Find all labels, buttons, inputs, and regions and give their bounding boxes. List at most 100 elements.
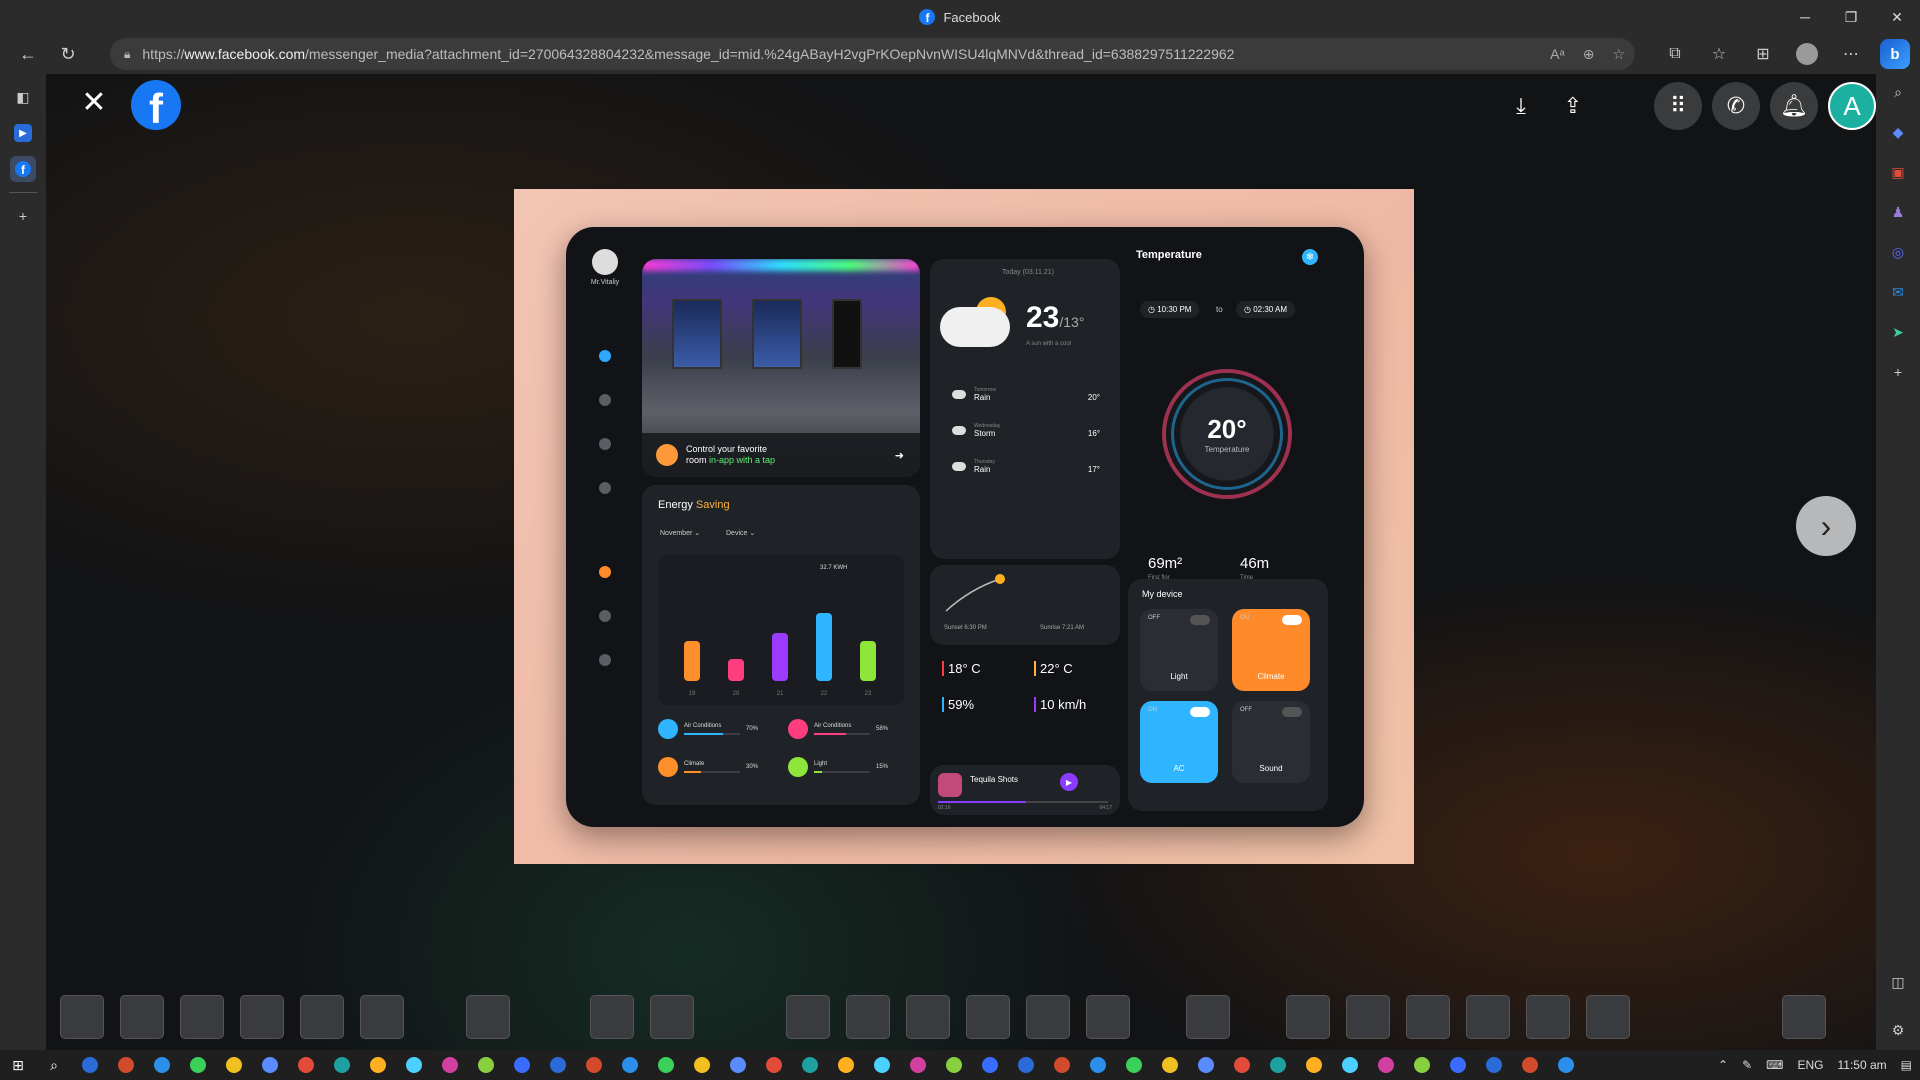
taskbar-app-icon[interactable] [1332,1050,1368,1080]
taskbar-app-icon[interactable] [972,1050,1008,1080]
notifications-icon[interactable]: 🔔︎ [1770,82,1818,130]
add-sidebar-app-icon[interactable]: + [1886,360,1910,384]
photo-thumbnail[interactable] [786,995,830,1039]
clock[interactable]: 11:50 am [1838,1058,1887,1072]
new-tab-button[interactable]: + [10,203,36,229]
taskbar-app-icon[interactable] [180,1050,216,1080]
pen-icon[interactable]: ✎ [1742,1058,1752,1072]
photo-thumbnail[interactable] [650,995,694,1039]
messenger-icon[interactable]: ✆ [1712,82,1760,130]
taskbar-app-icon[interactable] [576,1050,612,1080]
taskbar-app-icon[interactable] [108,1050,144,1080]
collections-icon[interactable]: ⊞ [1744,38,1782,70]
taskbar-app-icon[interactable] [324,1050,360,1080]
photo-thumbnail[interactable] [1086,995,1130,1039]
photo-thumbnail[interactable] [1186,995,1230,1039]
notifications-icon[interactable]: ▤ [1901,1058,1912,1072]
search-icon[interactable]: ⌕ [36,1050,72,1080]
taskbar-app-icon[interactable] [504,1050,540,1080]
taskbar-app-icon[interactable] [792,1050,828,1080]
taskbar-app-icon[interactable] [684,1050,720,1080]
tab-actions-icon[interactable]: ◧ [10,84,36,110]
favorite-add-icon[interactable]: ☆ [1612,46,1625,63]
extensions-icon[interactable]: ⧉ [1656,38,1694,70]
bing-button[interactable]: b [1876,38,1914,70]
photo-thumbnail[interactable] [1782,995,1826,1039]
photo-thumbnail[interactable] [1346,995,1390,1039]
taskbar-app-icon[interactable] [1224,1050,1260,1080]
photo-thumbnail[interactable] [1026,995,1070,1039]
profile-button[interactable] [1788,38,1826,70]
refresh-button[interactable]: ↻ [48,36,88,72]
more-icon[interactable]: ⋯ [1832,38,1870,70]
photo-thumbnail[interactable] [466,995,510,1039]
photo-thumbnail[interactable] [966,995,1010,1039]
drop-icon[interactable]: ➤ [1886,320,1910,344]
taskbar-app-icon[interactable] [1368,1050,1404,1080]
taskbar-app-icon[interactable] [1404,1050,1440,1080]
taskbar-app-icon[interactable] [648,1050,684,1080]
keyboard-icon[interactable]: ⌨ [1766,1058,1783,1072]
read-aloud-icon[interactable]: Aᵃ [1550,46,1565,63]
settings-gear-icon[interactable]: ⚙ [1886,1018,1910,1042]
photo-thumbnail[interactable] [1586,995,1630,1039]
photo-thumbnail[interactable] [360,995,404,1039]
taskbar-app-icon[interactable] [1152,1050,1188,1080]
photo-thumbnail[interactable] [1406,995,1450,1039]
shopping-tag-icon[interactable]: ◆ [1886,120,1910,144]
url-text[interactable]: https://www.facebook.com/messenger_media… [142,46,1234,62]
photo-thumbnail[interactable] [240,995,284,1039]
tools-briefcase-icon[interactable]: ▣ [1886,160,1910,184]
taskbar-app-icon[interactable] [1008,1050,1044,1080]
taskbar-app-icon[interactable] [936,1050,972,1080]
restore-button[interactable]: ❐ [1828,0,1874,34]
taskbar-app-icon[interactable] [540,1050,576,1080]
taskbar-app-icon[interactable] [864,1050,900,1080]
next-photo-button[interactable]: › [1796,496,1856,556]
photo-thumbnail[interactable] [1466,995,1510,1039]
taskbar-app-icon[interactable] [396,1050,432,1080]
taskbar-app-icon[interactable] [252,1050,288,1080]
account-avatar[interactable]: A [1828,82,1876,130]
taskbar-app-icon[interactable] [612,1050,648,1080]
taskbar-app-icon[interactable] [1044,1050,1080,1080]
photo-thumbnail[interactable] [846,995,890,1039]
taskbar-app-icon[interactable] [756,1050,792,1080]
taskbar-app-icon[interactable] [1476,1050,1512,1080]
photo-thumbnail[interactable] [60,995,104,1039]
taskbar-app-icon[interactable] [1296,1050,1332,1080]
photo-thumbnail[interactable] [1286,995,1330,1039]
start-icon[interactable]: ⊞ [0,1050,36,1080]
taskbar-app-icon[interactable] [216,1050,252,1080]
download-icon[interactable]: ⤓ [1500,82,1542,130]
photo-thumbnail[interactable] [906,995,950,1039]
taskbar-app-icon[interactable] [1080,1050,1116,1080]
taskbar-app-icon[interactable] [1548,1050,1584,1080]
taskbar-app-icon[interactable] [1260,1050,1296,1080]
photo-thumbnail[interactable] [1526,995,1570,1039]
taskbar-app-icon[interactable] [1188,1050,1224,1080]
taskbar-app-icon[interactable] [720,1050,756,1080]
sidebar-toggle-icon[interactable]: ◫ [1886,970,1910,994]
photo-thumbnail[interactable] [590,995,634,1039]
taskbar-app-icon[interactable] [360,1050,396,1080]
taskbar-app-icon[interactable] [1440,1050,1476,1080]
back-button[interactable]: ← [8,36,48,72]
chevron-up-icon[interactable]: ⌃ [1718,1058,1728,1072]
office-icon[interactable]: ◎ [1886,240,1910,264]
close-window-button[interactable]: ✕ [1874,0,1920,34]
taskbar-app-icon[interactable] [828,1050,864,1080]
taskbar-app-icon[interactable] [900,1050,936,1080]
close-viewer-button[interactable]: ✕ [74,82,114,122]
photo-thumbnail[interactable] [120,995,164,1039]
taskbar-app-icon[interactable] [432,1050,468,1080]
address-bar[interactable]: 🔒︎ https://www.facebook.com/messenger_me… [110,38,1635,70]
language-indicator[interactable]: ENG [1797,1058,1823,1072]
menu-grid-icon[interactable]: ⠿ [1654,82,1702,130]
taskbar-app-icon[interactable] [288,1050,324,1080]
taskbar-app-icon[interactable] [144,1050,180,1080]
taskbar-app-icon[interactable] [1512,1050,1548,1080]
games-icon[interactable]: ♟ [1886,200,1910,224]
minimize-button[interactable]: ─ [1782,0,1828,34]
zoom-icon[interactable]: ⊕ [1583,46,1595,63]
